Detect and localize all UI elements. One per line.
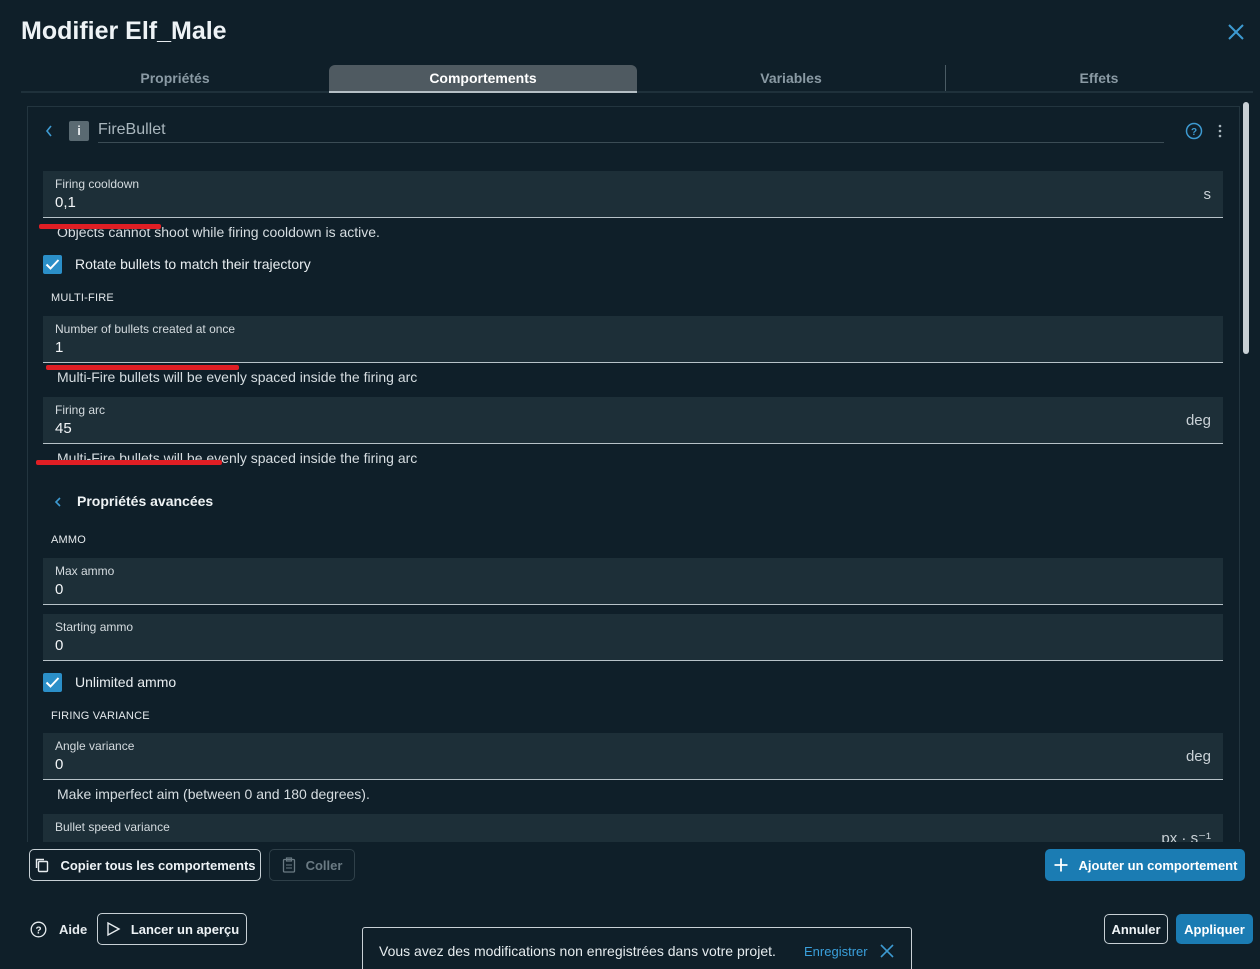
tab-properties[interactable]: Propriétés (21, 65, 329, 93)
paste-button[interactable]: Coller (269, 849, 355, 881)
edit-object-dialog: Modifier Elf_Male Propriétés Comportemen… (0, 0, 1260, 969)
svg-text:?: ? (35, 925, 41, 936)
more-vertical-icon[interactable] (1217, 123, 1223, 139)
help-circle-icon[interactable]: ? (1185, 122, 1203, 140)
close-button[interactable] (1224, 20, 1248, 44)
chevron-left-icon (53, 493, 63, 515)
checkbox-check-icon (45, 677, 60, 688)
red-annotation-line (46, 365, 239, 370)
firing-cooldown-field[interactable]: Firing cooldown 0,1 s (43, 171, 1223, 218)
behavior-panel: i FireBullet ? Firing cooldown 0,1 s Obj… (27, 106, 1240, 842)
unsaved-changes-toast: Vous avez des modifications non enregist… (362, 927, 912, 969)
field-label: Firing arc (55, 403, 106, 417)
section-heading: MULTI-FIRE (51, 292, 114, 304)
apply-label: Appliquer (1184, 921, 1245, 937)
checkbox-check-icon (45, 259, 60, 270)
behavior-header: i FireBullet ? (44, 119, 1223, 145)
red-annotation-line (39, 224, 161, 229)
helper-text: Make imperfect aim (between 0 and 180 de… (57, 786, 370, 802)
checkbox[interactable] (43, 255, 62, 274)
preview-label: Lancer un aperçu (130, 921, 240, 937)
tab-behaviors[interactable]: Comportements (329, 65, 637, 93)
field-value[interactable]: 0 (55, 637, 63, 654)
copy-icon (36, 858, 49, 873)
back-chevron-icon[interactable] (44, 123, 58, 139)
angle-variance-field[interactable]: Angle variance 0 deg (43, 733, 1223, 780)
tab-bar: Propriétés Comportements Variables Effet… (21, 65, 1253, 93)
checkbox[interactable] (43, 673, 62, 692)
field-value[interactable]: 1 (55, 339, 63, 356)
field-value[interactable]: 0,1 (55, 194, 76, 211)
toast-close-button[interactable] (879, 943, 895, 959)
field-label: Starting ammo (55, 620, 134, 634)
field-unit: deg (1185, 412, 1211, 429)
toast-save-button[interactable]: Enregistrer (804, 944, 868, 959)
red-annotation-line (36, 460, 222, 465)
question-icon: ? (30, 921, 47, 937)
tab-variables[interactable]: Variables (637, 65, 945, 93)
field-unit: deg (1185, 748, 1211, 765)
play-icon (107, 921, 121, 937)
bullets-at-once-field[interactable]: Number of bullets created at once 1 (43, 316, 1223, 363)
helper-text: Multi-Fire bullets will be evenly spaced… (57, 369, 418, 385)
add-behavior-label: Ajouter un comportement (1078, 857, 1238, 873)
behavior-name-input[interactable]: FireBullet (98, 119, 1164, 143)
bullet-speed-variance-field[interactable]: Bullet speed variance px · s⁻¹ (43, 814, 1223, 842)
copy-all-behaviors-button[interactable]: Copier tous les comportements (29, 849, 261, 881)
max-ammo-field[interactable]: Max ammo 0 (43, 558, 1223, 605)
field-label: Angle variance (55, 739, 135, 753)
field-value[interactable]: 0 (55, 756, 63, 773)
advanced-properties-label: Propriétés avancées (77, 493, 214, 509)
checkbox-label: Rotate bullets to match their trajectory (75, 256, 311, 272)
apply-button[interactable]: Appliquer (1176, 914, 1253, 944)
plus-icon (1054, 858, 1068, 872)
scrollbar[interactable] (1243, 102, 1249, 354)
copy-all-label: Copier tous les comportements (60, 857, 256, 873)
close-icon (880, 944, 894, 958)
cancel-label: Annuler (1111, 921, 1161, 937)
paste-label: Coller (305, 857, 343, 873)
section-heading: FIRING VARIANCE (51, 710, 150, 722)
field-label: Firing cooldown (55, 177, 140, 191)
dialog-title: Modifier Elf_Male (21, 17, 227, 45)
starting-ammo-field[interactable]: Starting ammo 0 (43, 614, 1223, 661)
field-label: Max ammo (55, 564, 115, 578)
help-link[interactable]: ? Aide (30, 919, 87, 939)
close-icon (1228, 24, 1244, 40)
clipboard-icon (282, 857, 295, 873)
firing-arc-field[interactable]: Firing arc 45 deg (43, 397, 1223, 444)
behavior-type-icon: i (69, 121, 89, 141)
tab-effects[interactable]: Effets (945, 65, 1253, 93)
toast-message: Vous avez des modifications non enregist… (379, 943, 776, 959)
field-unit: px · s⁻¹ (1161, 830, 1211, 842)
field-unit: s (1203, 186, 1212, 203)
field-label: Bullet speed variance (55, 820, 170, 834)
help-label: Aide (59, 921, 88, 937)
field-value[interactable]: 45 (55, 420, 72, 437)
field-value[interactable]: 0 (55, 581, 63, 598)
cancel-button[interactable]: Annuler (1104, 914, 1168, 944)
launch-preview-button[interactable]: Lancer un aperçu (97, 913, 247, 945)
section-heading: AMMO (51, 534, 87, 546)
field-label: Number of bullets created at once (55, 322, 236, 336)
checkbox-label: Unlimited ammo (75, 674, 177, 690)
add-behavior-button[interactable]: Ajouter un comportement (1045, 849, 1245, 881)
svg-text:?: ? (1191, 127, 1197, 138)
